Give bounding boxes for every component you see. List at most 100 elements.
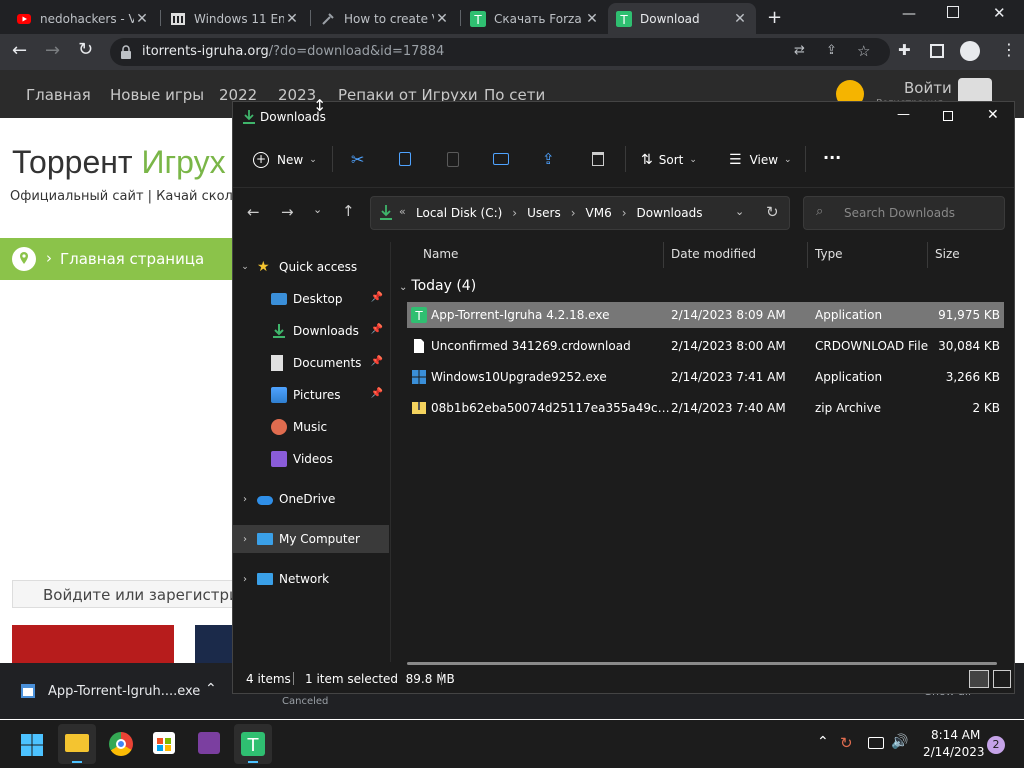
delete-icon[interactable] — [592, 152, 604, 166]
nav-new-games[interactable]: Новые игры — [110, 86, 204, 104]
nav-item-pictures[interactable]: Pictures 📌 — [233, 381, 389, 409]
column-header-date[interactable]: Date modified — [671, 247, 756, 261]
clock-time[interactable]: 8:14 AM — [931, 728, 980, 742]
close-window-icon[interactable]: ✕ — [987, 107, 999, 123]
share-icon[interactable]: ⇪ — [542, 150, 555, 168]
pin-icon[interactable]: 📌 — [371, 324, 383, 335]
close-tab-icon[interactable]: ✕ — [284, 11, 300, 27]
back-icon[interactable]: ← — [247, 203, 260, 221]
translate-icon[interactable]: ⇄ — [794, 43, 805, 58]
browser-tab-windows11[interactable]: Windows 11 En ✕ — [162, 3, 308, 34]
refresh-icon[interactable]: ↻ — [766, 203, 779, 221]
rename-icon[interactable] — [493, 153, 509, 165]
nav-my-computer[interactable]: › My Computer — [233, 525, 389, 553]
winrar-icon[interactable] — [198, 732, 220, 754]
minimize-icon[interactable]: — — [902, 6, 916, 22]
breadcrumb-local-disk[interactable]: Local Disk (C:) — [416, 206, 502, 220]
nav-onedrive[interactable]: › OneDrive — [233, 485, 389, 513]
browser-tab-howto[interactable]: How to create V ✕ — [312, 3, 458, 34]
pin-icon[interactable]: 📌 — [371, 356, 383, 367]
nav-item-music[interactable]: Music — [233, 413, 389, 441]
browser-tab-youtube[interactable]: nedohackers - V ✕ — [8, 3, 158, 34]
nav-home[interactable]: Главная — [26, 86, 91, 104]
nav-network[interactable]: › Network — [233, 565, 389, 593]
update-icon[interactable]: ↻ — [840, 734, 853, 752]
notification-badge[interactable]: 2 — [987, 736, 1005, 754]
group-header-today[interactable]: ⌄ Today (4) — [399, 278, 476, 294]
login-prompt-box[interactable]: Войдите или зарегистрир — [12, 580, 248, 608]
column-header-name[interactable]: Name — [423, 247, 458, 261]
game-thumbnail[interactable] — [12, 625, 174, 665]
tiles-view-icon[interactable] — [993, 670, 1011, 688]
new-button[interactable]: + New ⌄ — [253, 152, 317, 168]
close-tab-icon[interactable]: ✕ — [732, 11, 748, 27]
back-icon[interactable]: ← — [12, 40, 27, 61]
reload-icon[interactable]: ↻ — [78, 39, 93, 60]
clock-date[interactable]: 2/14/2023 — [923, 745, 985, 759]
minimize-icon[interactable]: — — [897, 107, 910, 122]
nav-item-documents[interactable]: Documents 📌 — [233, 349, 389, 377]
chevron-up-icon[interactable]: ⌃ — [205, 681, 217, 697]
windows-start-icon[interactable] — [20, 733, 44, 757]
taskbar-igruha-button[interactable]: T — [234, 724, 272, 764]
sort-button[interactable]: ⇅ Sort ⌄ — [641, 152, 697, 168]
nav-item-videos[interactable]: Videos — [233, 445, 389, 473]
view-button[interactable]: ☰ View ⌄ — [729, 152, 792, 168]
chrome-icon[interactable] — [109, 732, 133, 756]
explorer-address-bar[interactable]: « Local Disk (C:) › Users › VM6 › Downloads… — [370, 196, 790, 230]
nav-item-downloads[interactable]: Downloads 📌 — [233, 317, 389, 345]
home-page-link[interactable]: Главная страница — [60, 250, 204, 268]
forward-icon[interactable]: → — [45, 40, 60, 61]
download-filename[interactable]: App-Torrent-Igruh....exe — [48, 684, 200, 699]
up-icon[interactable]: ↑ — [342, 202, 355, 220]
column-header-size[interactable]: Size — [935, 247, 960, 261]
close-tab-icon[interactable]: ✕ — [134, 11, 150, 27]
share-icon[interactable]: ⇪ — [826, 43, 837, 58]
close-tab-icon[interactable]: ✕ — [434, 11, 450, 27]
copy-icon[interactable] — [399, 152, 411, 166]
column-divider[interactable] — [807, 242, 808, 268]
store-icon[interactable] — [153, 732, 175, 754]
details-view-icon[interactable] — [969, 670, 989, 688]
extensions-icon[interactable]: ✚ — [898, 41, 911, 59]
nav-item-desktop[interactable]: Desktop 📌 — [233, 285, 389, 313]
browser-tab-download[interactable]: T Download ✕ — [608, 3, 756, 34]
file-row[interactable]: Windows10Upgrade9252.exe 2/14/2023 7:41 … — [407, 364, 1004, 390]
close-tab-icon[interactable]: ✕ — [584, 11, 600, 27]
search-input[interactable]: ⌕ Search Downloads — [803, 196, 1005, 230]
forward-icon[interactable]: → — [281, 203, 294, 221]
file-row[interactable]: Unconfirmed 341269.crdownload 2/14/2023 … — [407, 333, 1004, 359]
column-header-type[interactable]: Type — [815, 247, 843, 261]
chevron-up-icon[interactable]: ⌃ — [817, 734, 829, 750]
more-menu-icon[interactable]: ⋮ — [1001, 40, 1017, 59]
overflow-chevron-icon[interactable]: « — [399, 205, 406, 218]
paste-icon[interactable] — [447, 152, 459, 167]
pin-icon[interactable]: 📌 — [371, 388, 383, 399]
file-row[interactable]: T App-Torrent-Igruha 4.2.18.exe 2/14/202… — [407, 302, 1004, 328]
more-options-icon[interactable]: ··· — [823, 148, 841, 167]
explorer-titlebar[interactable]: Downloads — ✕ — [233, 102, 1014, 132]
browser-tab-forza[interactable]: T Скачать Forza I ✕ — [462, 3, 608, 34]
breadcrumb-downloads[interactable]: Downloads — [637, 206, 703, 220]
cut-icon[interactable]: ✂ — [351, 150, 364, 169]
taskbar-explorer-button[interactable] — [58, 724, 96, 764]
display-icon[interactable] — [868, 737, 884, 749]
login-link[interactable]: Войти — [904, 79, 952, 97]
profile-avatar[interactable] — [960, 41, 980, 61]
bookmark-star-icon[interactable]: ☆ — [857, 42, 870, 60]
chevron-down-icon[interactable]: ⌄ — [735, 205, 744, 218]
maximize-icon[interactable] — [943, 111, 953, 121]
game-thumbnail[interactable] — [195, 625, 235, 665]
breadcrumb-vm6[interactable]: VM6 — [586, 206, 612, 220]
pin-icon[interactable]: 📌 — [371, 292, 383, 303]
nav-quick-access[interactable]: ⌄ ★ Quick access — [233, 253, 389, 281]
new-tab-icon[interactable]: + — [767, 7, 782, 28]
volume-icon[interactable]: 🔊 — [891, 734, 908, 750]
address-bar[interactable]: itorrents-igruha.org/?do=download&id=178… — [110, 38, 890, 66]
file-row[interactable]: 08b1b62eba50074d25117ea355a49c4b-89... 2… — [407, 395, 1004, 421]
side-panel-icon[interactable] — [930, 44, 944, 58]
breadcrumb-users[interactable]: Users — [527, 206, 561, 220]
restore-icon[interactable] — [947, 6, 959, 18]
column-divider[interactable] — [927, 242, 928, 268]
close-window-icon[interactable]: ✕ — [993, 4, 1006, 22]
